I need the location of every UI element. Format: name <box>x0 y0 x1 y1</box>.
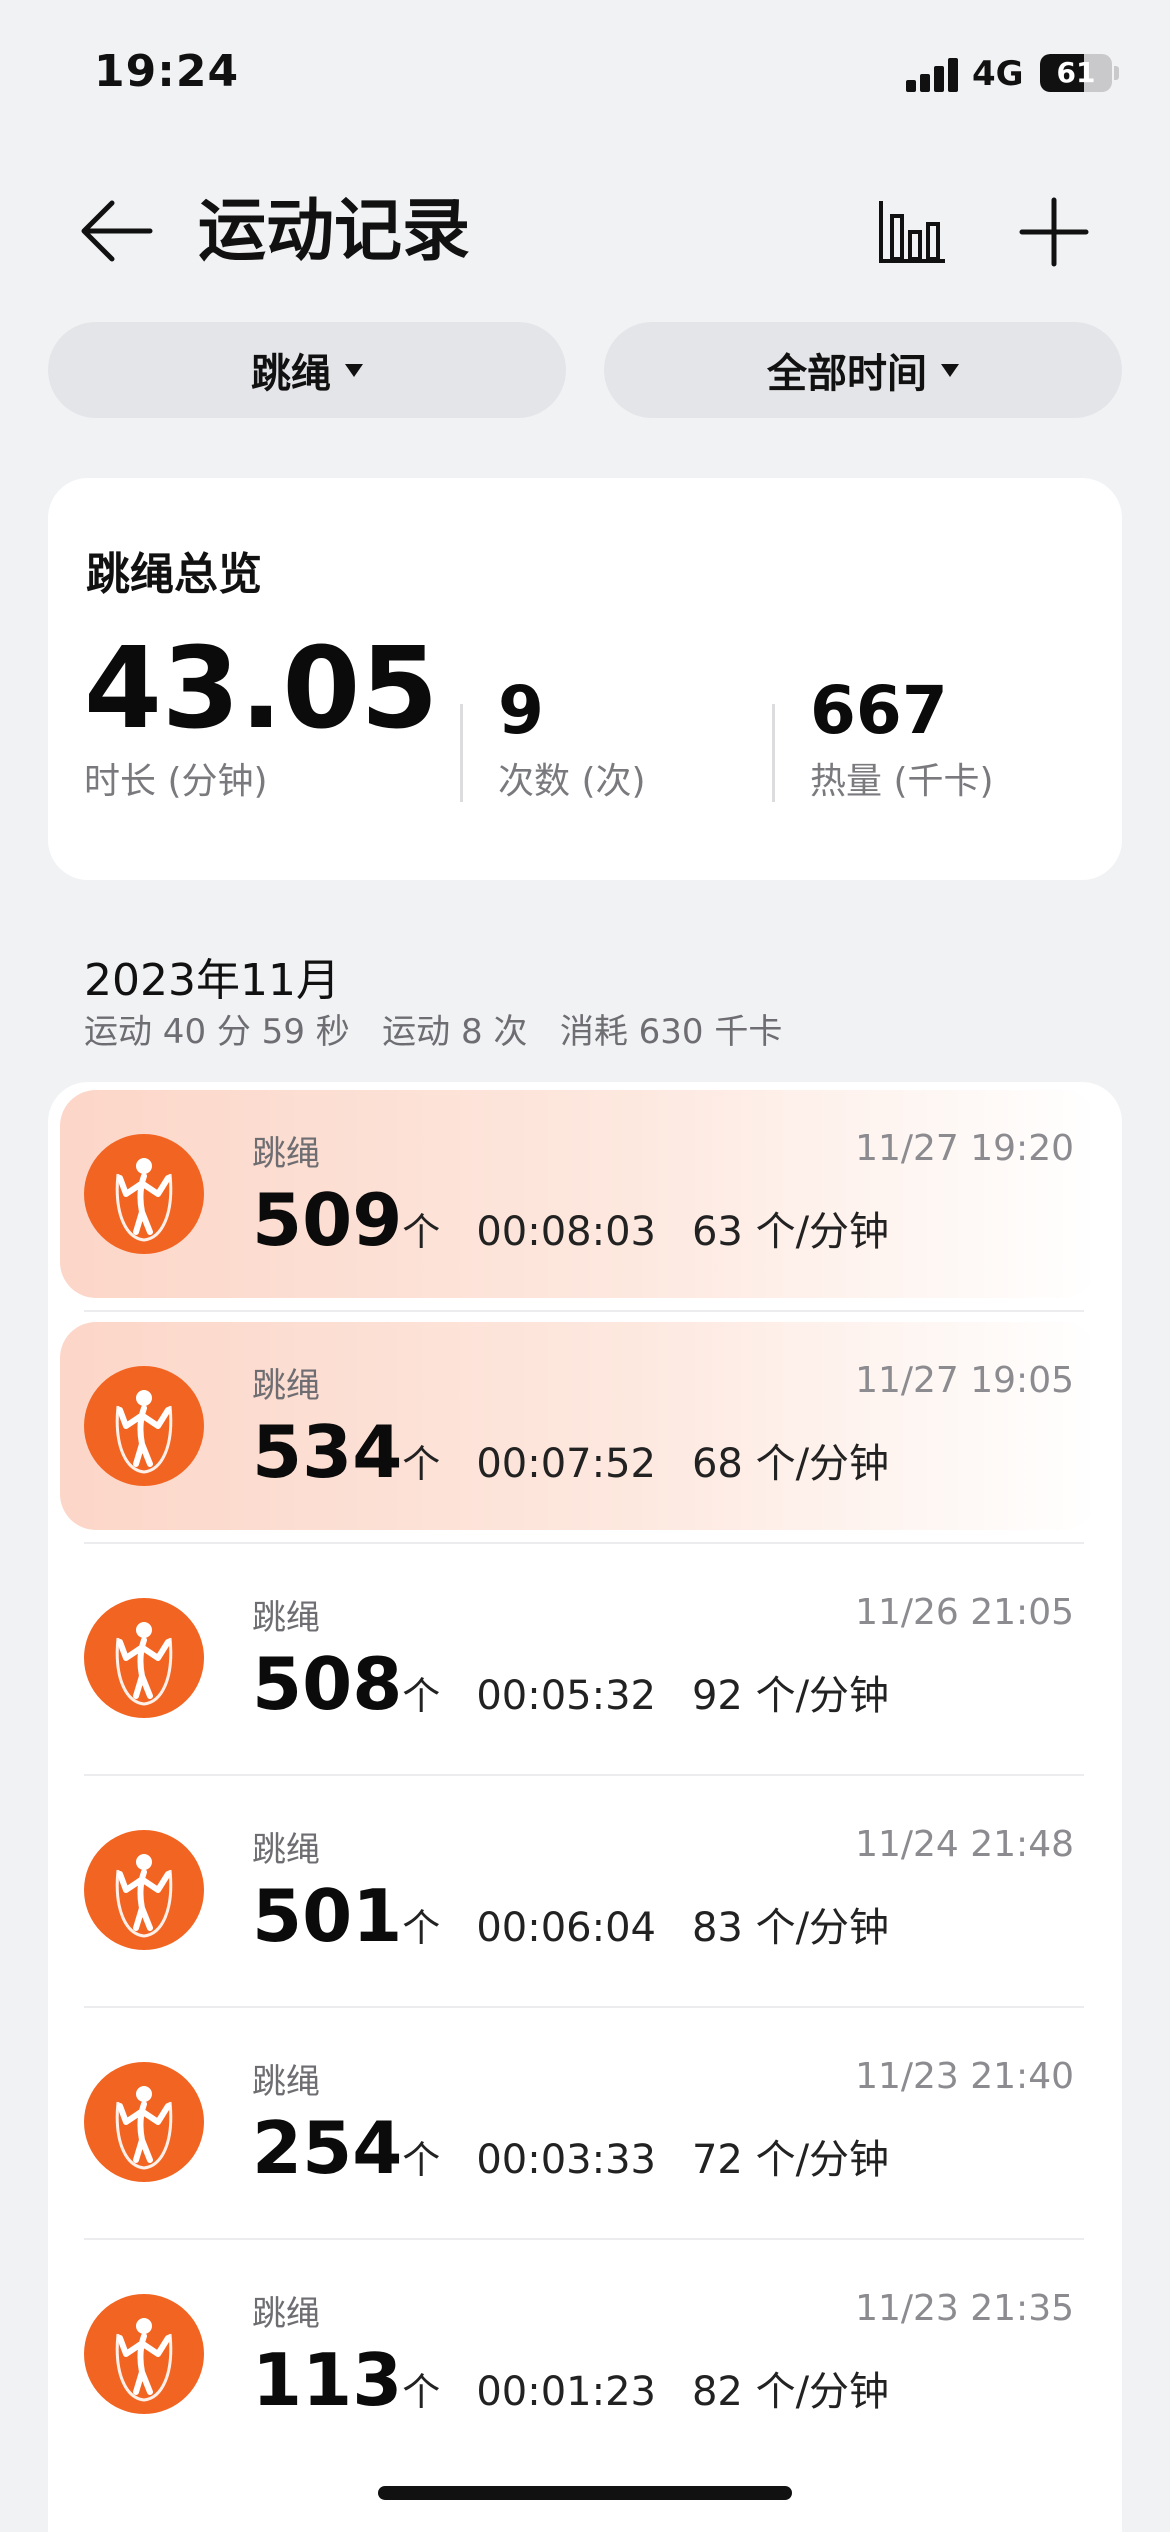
duration-stat: 43.05 时长 (分钟) <box>84 630 438 804</box>
record-duration: 00:01:23 <box>476 2369 656 2415</box>
calories-value: 667 <box>810 672 948 749</box>
signal-icon <box>906 56 960 92</box>
battery-tip <box>1114 66 1119 80</box>
exercise-records-page: 19:24 4G 61 运动记录 跳绳 全部时间 跳绳总览 43.05 时长 (… <box>0 0 1170 2532</box>
record-metrics: 508个 00:05:32 92 个/分钟 <box>252 1642 889 1726</box>
record-type: 跳绳 <box>252 1134 320 1174</box>
record-datetime: 11/23 21:35 <box>855 2288 1074 2329</box>
record-datetime: 11/27 19:20 <box>855 1128 1074 1169</box>
record-unit: 个 <box>402 1906 441 1950</box>
back-button[interactable] <box>78 196 154 266</box>
record-divider <box>84 1774 1084 1776</box>
record-item[interactable]: 跳绳 11/27 19:20 509个 00:08:03 63 个/分钟 <box>60 1090 1098 1298</box>
record-divider <box>84 1542 1084 1544</box>
add-record-button[interactable] <box>1018 196 1090 268</box>
battery-icon: 61 <box>1040 54 1112 92</box>
time-filter-dropdown[interactable]: 全部时间 <box>604 322 1122 418</box>
record-count: 534 <box>252 1410 403 1494</box>
jump-rope-icon <box>84 2294 204 2414</box>
record-rate: 68 个/分钟 <box>691 1441 890 1487</box>
record-item[interactable]: 跳绳 11/23 21:40 254个 00:03:33 72 个/分钟 <box>60 2018 1098 2226</box>
record-metrics: 254个 00:03:33 72 个/分钟 <box>252 2106 889 2190</box>
month-title: 2023年11月 <box>84 955 340 1006</box>
record-metrics: 509个 00:08:03 63 个/分钟 <box>252 1178 889 1262</box>
jump-rope-icon <box>84 1134 204 1254</box>
record-duration: 00:03:33 <box>476 2137 656 2183</box>
calories-stat: 667 热量 (千卡) <box>810 674 994 804</box>
battery-percent: 61 <box>1056 56 1096 89</box>
overview-title: 跳绳总览 <box>86 549 262 600</box>
record-item[interactable]: 跳绳 11/27 19:05 534个 00:07:52 68 个/分钟 <box>60 1322 1098 1530</box>
record-type: 跳绳 <box>252 1830 320 1870</box>
record-unit: 个 <box>402 1442 441 1486</box>
duration-label: 时长 (分钟) <box>84 761 268 802</box>
record-type: 跳绳 <box>252 2062 320 2102</box>
record-type: 跳绳 <box>252 1598 320 1638</box>
record-datetime: 11/27 19:05 <box>855 1360 1074 1401</box>
record-rate: 92 个/分钟 <box>691 1673 890 1719</box>
jump-rope-icon <box>84 1598 204 1718</box>
record-rate: 63 个/分钟 <box>691 1209 890 1255</box>
record-item[interactable]: 跳绳 11/23 21:35 113个 00:01:23 82 个/分钟 <box>60 2250 1098 2458</box>
record-datetime: 11/24 21:48 <box>855 1824 1074 1865</box>
time-filter-label: 全部时间 <box>767 351 927 397</box>
record-unit: 个 <box>402 2370 441 2414</box>
jump-rope-icon <box>84 2062 204 2182</box>
record-count: 501 <box>252 1874 403 1958</box>
count-value: 9 <box>498 672 544 749</box>
count-stat: 9 次数 (次) <box>498 674 646 804</box>
month-summary: 运动 40 分 59 秒 运动 8 次 消耗 630 千卡 <box>84 1012 783 1052</box>
status-time: 19:24 <box>94 46 240 97</box>
stat-divider <box>460 704 463 802</box>
record-divider <box>84 1310 1084 1312</box>
duration-value: 43.05 <box>84 624 439 754</box>
record-duration: 00:08:03 <box>476 1209 656 1255</box>
record-metrics: 534个 00:07:52 68 个/分钟 <box>252 1410 889 1494</box>
arrow-left-icon <box>81 200 153 262</box>
record-duration: 00:05:32 <box>476 1673 656 1719</box>
statistics-button[interactable] <box>878 198 948 264</box>
sport-filter-dropdown[interactable]: 跳绳 <box>48 322 566 418</box>
plus-icon <box>1019 197 1089 267</box>
record-divider <box>84 2006 1084 2008</box>
record-unit: 个 <box>402 2138 441 2182</box>
sport-filter-label: 跳绳 <box>251 351 331 397</box>
record-count: 113 <box>252 2338 403 2422</box>
record-item[interactable]: 跳绳 11/26 21:05 508个 00:05:32 92 个/分钟 <box>60 1554 1098 1762</box>
record-duration: 00:06:04 <box>476 1905 656 1951</box>
stat-divider <box>772 704 775 802</box>
record-unit: 个 <box>402 1210 441 1254</box>
jump-rope-icon <box>84 1366 204 1486</box>
record-duration: 00:07:52 <box>476 1441 656 1487</box>
record-type: 跳绳 <box>252 1366 320 1406</box>
caret-down-icon <box>941 363 959 377</box>
network-type: 4G <box>972 54 1024 94</box>
bar-chart-icon <box>879 201 945 263</box>
page-title: 运动记录 <box>198 192 471 271</box>
record-datetime: 11/26 21:05 <box>855 1592 1074 1633</box>
record-rate: 72 个/分钟 <box>691 2137 890 2183</box>
status-bar: 19:24 4G 61 <box>0 0 1170 140</box>
calories-label: 热量 (千卡) <box>810 761 994 802</box>
record-count: 508 <box>252 1642 403 1726</box>
record-divider <box>84 2238 1084 2240</box>
overview-card[interactable]: 跳绳总览 43.05 时长 (分钟) 9 次数 (次) 667 热量 (千卡) <box>48 478 1122 880</box>
record-type: 跳绳 <box>252 2294 320 2334</box>
record-count: 254 <box>252 2106 403 2190</box>
record-count: 509 <box>252 1178 403 1262</box>
record-unit: 个 <box>402 1674 441 1718</box>
count-label: 次数 (次) <box>498 761 646 802</box>
record-rate: 82 个/分钟 <box>691 2369 890 2415</box>
home-indicator[interactable] <box>378 2486 792 2500</box>
record-metrics: 113个 00:01:23 82 个/分钟 <box>252 2338 889 2422</box>
record-item[interactable]: 跳绳 11/24 21:48 501个 00:06:04 83 个/分钟 <box>60 1786 1098 1994</box>
caret-down-icon <box>345 363 363 377</box>
record-rate: 83 个/分钟 <box>691 1905 890 1951</box>
record-metrics: 501个 00:06:04 83 个/分钟 <box>252 1874 889 1958</box>
record-datetime: 11/23 21:40 <box>855 2056 1074 2097</box>
jump-rope-icon <box>84 1830 204 1950</box>
